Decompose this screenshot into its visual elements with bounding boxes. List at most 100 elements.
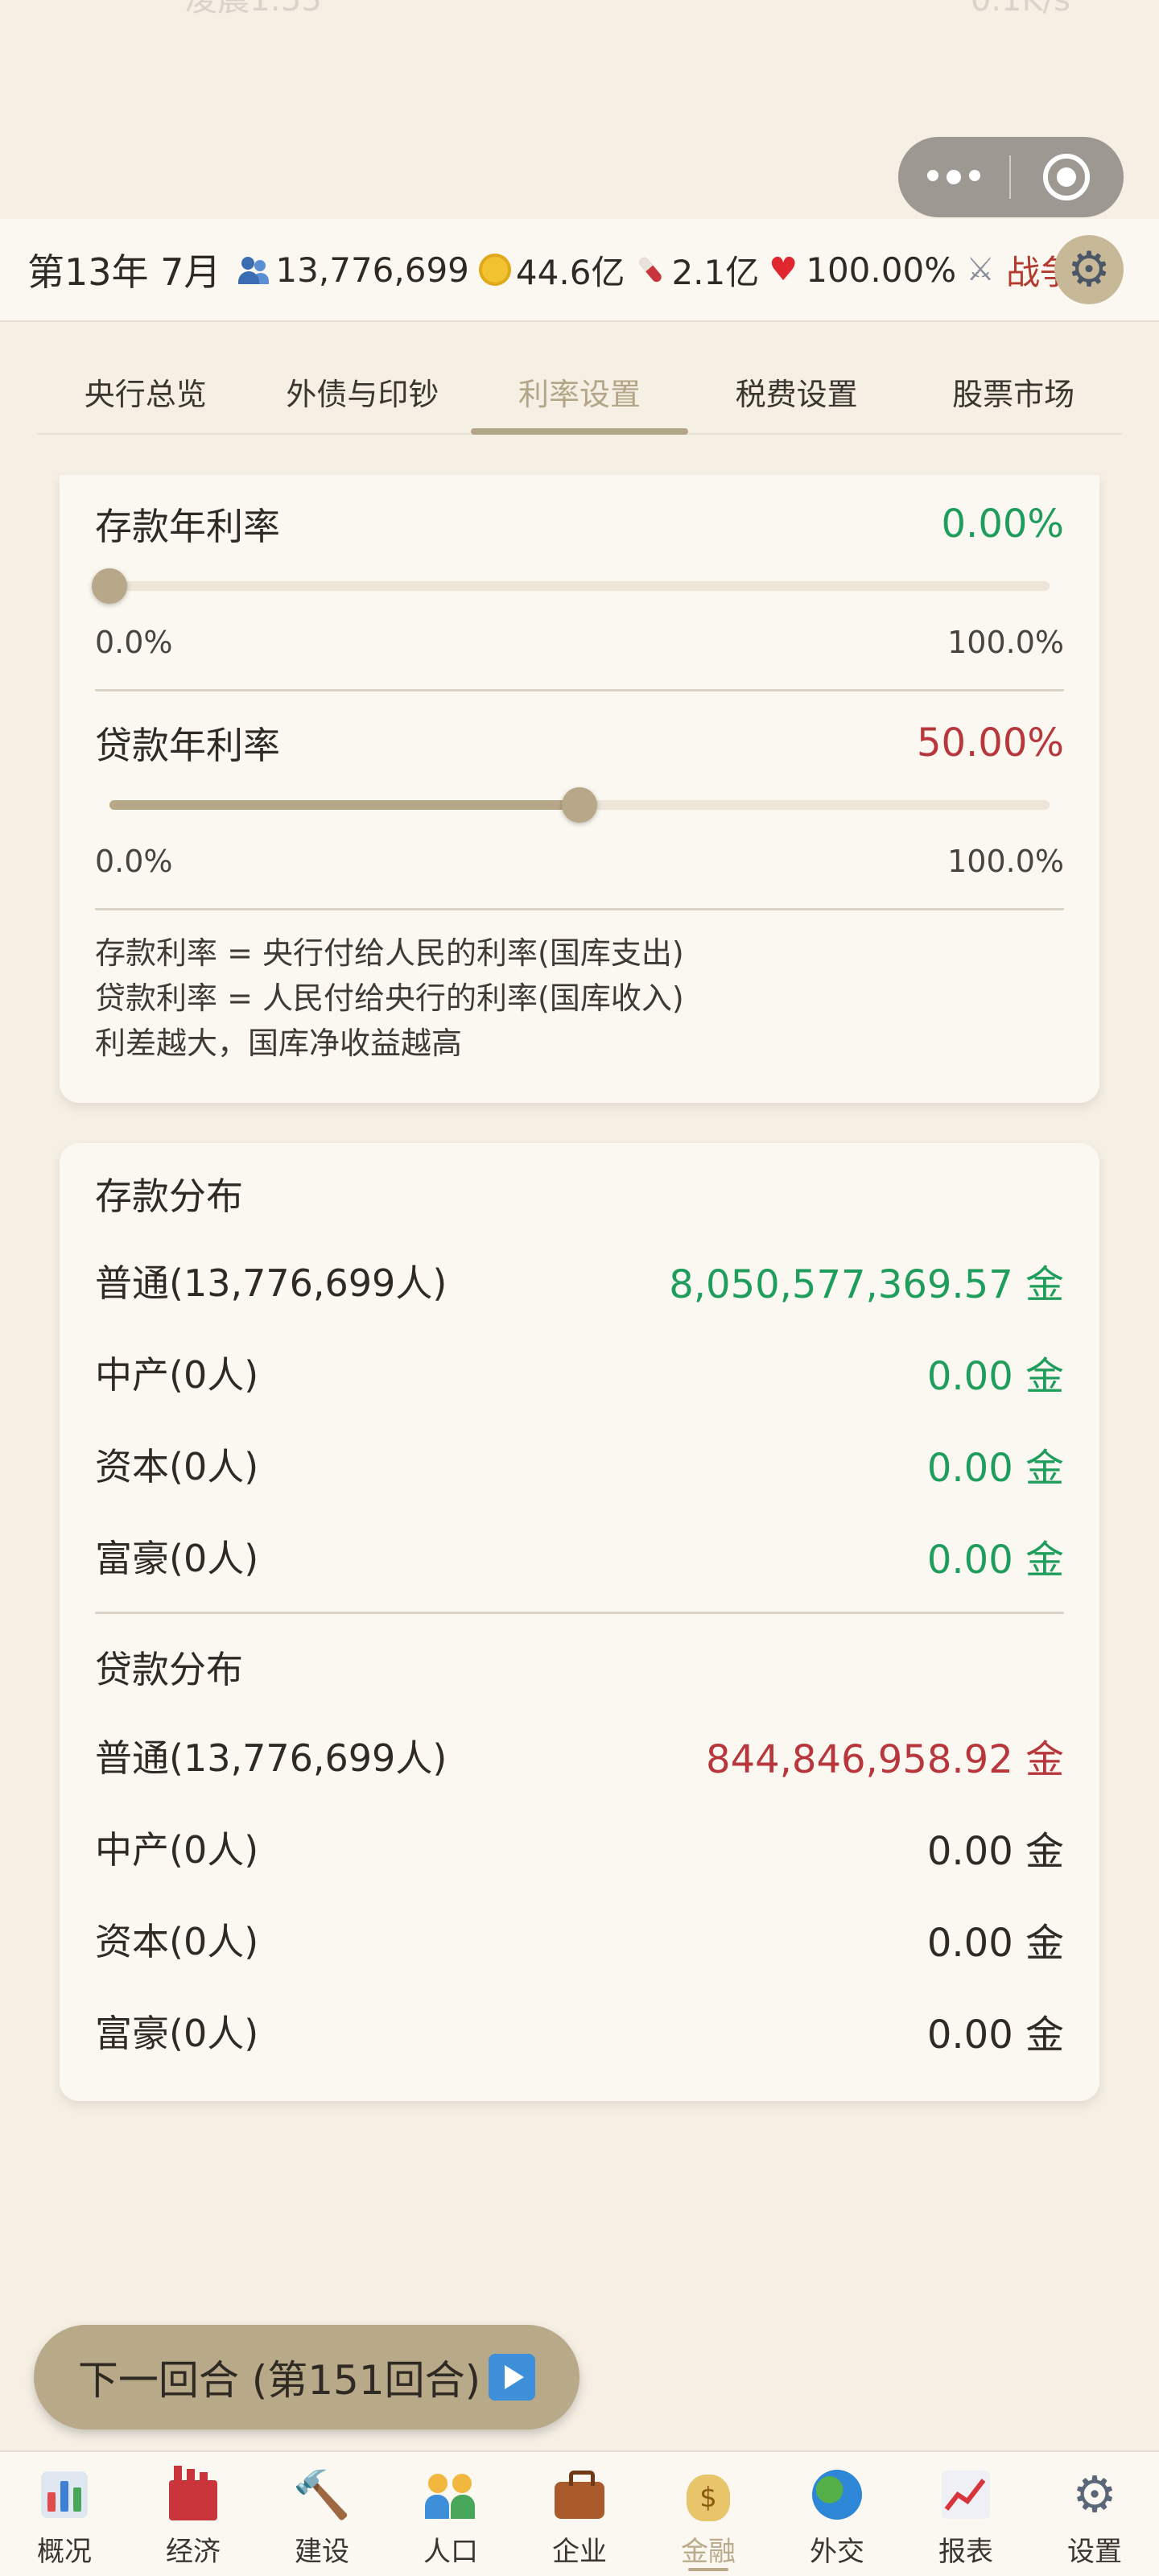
loan-rate-value: 50.00% xyxy=(916,720,1064,766)
next-turn-label: 下一回合 (第151回合) xyxy=(77,2357,481,2404)
loan-row-label: 普通(13,776,699人) xyxy=(95,1736,448,1780)
nav-item-settings[interactable]: ⚙ 设置 xyxy=(1030,2452,1159,2576)
status-time: 凌晨1:55 xyxy=(185,0,322,19)
deposit-rate-header: 存款年利率 0.00% xyxy=(95,497,1064,551)
more-icon[interactable] xyxy=(898,170,1009,184)
deposit-rate-slider-thumb[interactable] xyxy=(92,568,127,604)
people-icon xyxy=(423,2467,479,2523)
nav-label: 设置 xyxy=(1067,2536,1122,2568)
hammer-icon: 🔨 xyxy=(292,2467,352,2522)
settings-button[interactable]: ⚙ xyxy=(1054,235,1124,304)
tab-stock-market[interactable]: 股票市场 xyxy=(905,354,1122,433)
list-item: 中产(0人) 0.00 金 xyxy=(95,1344,1064,1401)
loan-rate-slider-fill xyxy=(109,800,580,810)
nav-label: 经济 xyxy=(166,2536,221,2568)
loan-distribution-title: 贷款分布 xyxy=(95,1648,243,1691)
list-item: 资本(0人) 0.00 金 xyxy=(95,1911,1064,1967)
nav-item-construction[interactable]: 🔨 建设 xyxy=(258,2452,386,2576)
deposit-rate-slider[interactable] xyxy=(92,568,1050,604)
pill-icon xyxy=(634,254,666,286)
list-item: 普通(13,776,699人) 8,050,577,369.57 金 xyxy=(95,1253,1064,1309)
chart-icon xyxy=(36,2467,93,2523)
nav-item-enterprise[interactable]: 企业 xyxy=(515,2452,644,2576)
rate-note-line: 贷款利率 = 人民付给央行的利率(国库收入) xyxy=(95,980,684,1016)
distribution-card: 存款分布 普通(13,776,699人) 8,050,577,369.57 金 … xyxy=(60,1143,1099,2101)
mini-program-capsule xyxy=(898,137,1124,217)
nav-label: 概况 xyxy=(37,2536,92,2568)
money-bag-icon: $ xyxy=(680,2467,736,2523)
status-bar: 凌晨1:55 0.1K/s xyxy=(0,0,1159,23)
play-icon xyxy=(489,2354,536,2401)
treasury-value: 44.6亿 xyxy=(515,252,625,292)
deposit-rate-min: 0.0% xyxy=(95,625,173,660)
tab-tax-settings[interactable]: 税费设置 xyxy=(688,354,905,433)
tab-interest-rates[interactable]: 利率设置 xyxy=(471,354,688,435)
deposit-distribution-title: 存款分布 xyxy=(95,1174,243,1218)
loan-row-label: 中产(0人) xyxy=(95,1828,259,1872)
loan-rate-slider-thumb[interactable] xyxy=(562,787,597,823)
nav-item-reports[interactable]: 报表 xyxy=(901,2452,1030,2576)
finance-tabs: 央行总览 外债与印钞 利率设置 税费设置 股票市场 xyxy=(37,354,1122,435)
status-network: 0.1K/s xyxy=(970,0,1070,19)
deposit-rate-max: 100.0% xyxy=(947,625,1064,660)
population-value: 13,776,699 xyxy=(275,250,469,290)
rate-note-line: 利差越大，国库净收益越高 xyxy=(95,1026,463,1061)
report-icon xyxy=(938,2467,994,2523)
nav-item-diplomacy[interactable]: 外交 xyxy=(773,2452,901,2576)
nav-item-population[interactable]: 人口 xyxy=(386,2452,515,2576)
rate-explanation: 存款利率 = 央行付给人民的利率(国库支出) 贷款利率 = 人民付给央行的利率(… xyxy=(95,931,1064,1066)
deposit-row-value: 0.00 金 xyxy=(926,1446,1064,1491)
nav-item-finance[interactable]: $ 金融 xyxy=(644,2452,773,2576)
briefcase-icon xyxy=(551,2467,608,2523)
nav-item-economy[interactable]: 经济 xyxy=(129,2452,258,2576)
list-item: 普通(13,776,699人) 844,846,958.92 金 xyxy=(95,1728,1064,1784)
deposit-rate-value: 0.00% xyxy=(941,502,1064,547)
loan-row-value: 0.00 金 xyxy=(926,2013,1064,2058)
globe-icon xyxy=(809,2467,865,2523)
loan-row-value: 844,846,958.92 金 xyxy=(706,1737,1064,1782)
close-target-icon[interactable] xyxy=(1011,154,1122,200)
deposit-rate-range: 0.0% 100.0% xyxy=(95,625,1064,660)
factory-icon xyxy=(165,2466,221,2523)
nav-label: 建设 xyxy=(295,2536,349,2568)
military-value: 2.1亿 xyxy=(671,252,760,292)
game-date: 第13年 7月 xyxy=(27,250,221,294)
nav-label: 人口 xyxy=(423,2536,478,2568)
deposit-row-value: 0.00 金 xyxy=(926,1354,1064,1399)
crossed-swords-icon: ⚔ xyxy=(966,251,995,288)
gear-icon: ⚙ xyxy=(1067,242,1111,298)
list-item: 中产(0人) 0.00 金 xyxy=(95,1819,1064,1876)
gear-icon: ⚙ xyxy=(1072,2465,1117,2524)
military-stat: 2.1亿 xyxy=(634,246,759,295)
nav-label: 外交 xyxy=(810,2536,864,2568)
nav-item-overview[interactable]: 概况 xyxy=(0,2452,129,2576)
tab-central-bank-overview[interactable]: 央行总览 xyxy=(37,354,254,433)
nav-label: 报表 xyxy=(938,2536,993,2568)
loan-row-value: 0.00 金 xyxy=(926,1921,1064,1966)
top-info-bar: 第13年 7月 13,776,699 44.6亿 2.1亿 ♥ 100.00% … xyxy=(0,219,1159,322)
coin-icon xyxy=(478,254,511,286)
heart-icon: ♥ xyxy=(769,251,798,288)
loan-rate-slider[interactable] xyxy=(109,787,1050,823)
deposit-row-label: 富豪(0人) xyxy=(95,1537,259,1580)
loan-rate-max: 100.0% xyxy=(947,844,1064,879)
divider xyxy=(95,689,1064,691)
screen: 凌晨1:55 0.1K/s 第13年 7月 13,776,699 44.6亿 2… xyxy=(0,0,1159,2576)
deposit-row-label: 普通(13,776,699人) xyxy=(95,1261,448,1305)
divider xyxy=(95,1612,1064,1614)
list-item: 富豪(0人) 0.00 金 xyxy=(95,2003,1064,2059)
deposit-row-value: 0.00 金 xyxy=(926,1538,1064,1583)
list-item: 富豪(0人) 0.00 金 xyxy=(95,1528,1064,1584)
population-stat: 13,776,699 xyxy=(238,250,469,290)
rate-note-line: 存款利率 = 央行付给人民的利率(国库支出) xyxy=(95,935,684,971)
loan-rate-label: 贷款年利率 xyxy=(95,724,280,767)
loan-row-value: 0.00 金 xyxy=(926,1829,1064,1874)
tab-foreign-debt[interactable]: 外债与印钞 xyxy=(254,354,472,433)
interest-rate-card: 存款年利率 0.00% 0.0% 100.0% 贷款年利率 50.00% 0.0… xyxy=(60,475,1099,1103)
deposit-row-label: 中产(0人) xyxy=(95,1353,259,1397)
nav-label: 企业 xyxy=(552,2536,607,2568)
deposit-row-label: 资本(0人) xyxy=(95,1445,259,1488)
loan-rate-header: 贷款年利率 50.00% xyxy=(95,716,1064,770)
divider xyxy=(95,908,1064,910)
next-turn-button[interactable]: 下一回合 (第151回合) xyxy=(34,2325,580,2429)
